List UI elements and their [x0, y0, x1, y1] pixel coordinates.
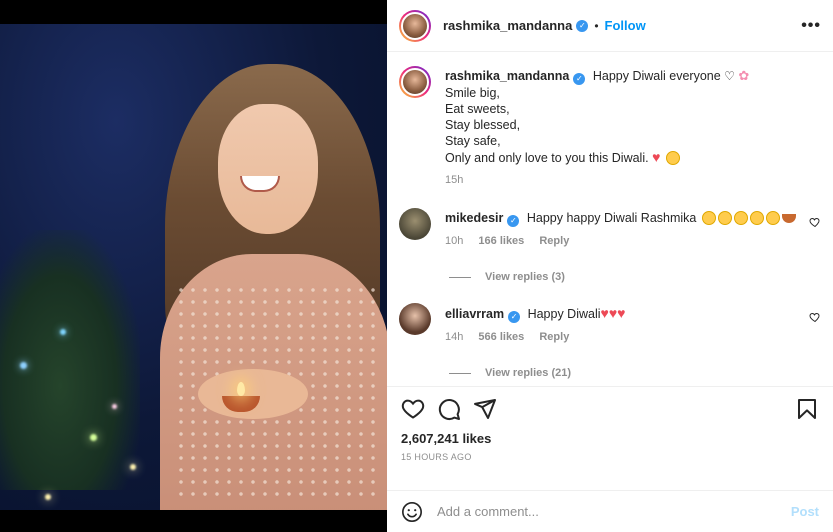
instagram-post-modal: rashmika_mandanna ✓ • Follow ••• rashmik…: [0, 0, 833, 532]
photo-bokeh: [130, 464, 136, 470]
share-icon[interactable]: [473, 397, 497, 421]
post-header: rashmika_mandanna ✓ • Follow •••: [387, 0, 833, 52]
grinning-face-icon: [701, 211, 716, 225]
action-bar: [387, 387, 833, 431]
post-timestamp[interactable]: 15 HOURS AGO: [387, 446, 833, 462]
comment-text: Happy happy Diwali Rashmika: [526, 211, 697, 225]
caption-line: Stay safe,: [445, 134, 501, 148]
view-replies-label: View replies (3): [485, 271, 565, 283]
caption-first-line: Happy Diwali everyone: [592, 69, 721, 83]
photo-bokeh: [112, 404, 117, 409]
view-replies-button[interactable]: View replies (3): [449, 271, 821, 283]
red-heart-icon: ♥: [652, 149, 661, 165]
caption-line: Smile big,: [445, 86, 500, 100]
author-avatar[interactable]: [399, 9, 431, 42]
view-replies-line: [449, 372, 471, 374]
smiling-face-icon: [665, 151, 680, 165]
comment-username[interactable]: mikedesir: [445, 211, 503, 225]
caption-meta: 15h: [445, 172, 821, 188]
red-heart-icon: ♥: [617, 305, 626, 321]
pink-flower-icon: ✿: [738, 68, 750, 83]
photo-bokeh: [90, 434, 97, 441]
emoji-icon[interactable]: [401, 501, 423, 523]
photo-face: [218, 104, 318, 234]
author-username[interactable]: rashmika_mandanna: [443, 18, 572, 33]
comment-time[interactable]: 14h: [445, 331, 463, 343]
comment-item: elliavrram ✓ Happy Diwali♥♥♥ 14h 566 like…: [399, 303, 821, 345]
comment-body: mikedesir ✓ Happy happy Diwali Rashmika 1…: [445, 208, 821, 249]
comment-like-heart-icon[interactable]: [809, 216, 821, 228]
bookmark-icon[interactable]: [795, 397, 819, 421]
post-comment-button[interactable]: Post: [791, 504, 819, 519]
reply-button[interactable]: Reply: [539, 235, 569, 247]
verified-badge-icon: ✓: [573, 73, 586, 85]
reply-button[interactable]: Reply: [539, 331, 569, 343]
heart-icon[interactable]: [401, 397, 425, 421]
add-comment-input[interactable]: [437, 504, 791, 519]
grinning-face-icon: [749, 211, 764, 225]
comment-time[interactable]: 10h: [445, 235, 463, 247]
smiling-face-icon: [765, 211, 780, 225]
commenter-avatar[interactable]: [399, 208, 431, 240]
photo-bokeh: [45, 494, 51, 500]
comment-like-heart-icon[interactable]: [809, 311, 821, 323]
caption-line: Only and only love to you this Diwali.: [445, 151, 649, 165]
comment-meta: 14h 566 likes Reply: [445, 329, 821, 345]
comment-item: mikedesir ✓ Happy happy Diwali Rashmika 1…: [399, 208, 821, 249]
comment-username[interactable]: elliavrram: [445, 307, 504, 321]
photo-diya-flame: [237, 382, 245, 396]
white-heart-icon: ♡: [724, 69, 735, 83]
like-count[interactable]: 2,607,241 likes: [387, 431, 833, 446]
view-replies-label: View replies (21): [485, 367, 572, 379]
comment-likes[interactable]: 166 likes: [478, 235, 524, 247]
caption: rashmika_mandanna ✓ Happy Diwali everyone…: [399, 66, 821, 188]
view-replies-button[interactable]: View replies (21): [449, 367, 821, 379]
view-replies-line: [449, 276, 471, 278]
caption-line: Eat sweets,: [445, 102, 510, 116]
comments-list[interactable]: rashmika_mandanna ✓ Happy Diwali everyone…: [387, 52, 833, 387]
comment-icon[interactable]: [437, 397, 461, 421]
more-options-icon[interactable]: •••: [801, 17, 821, 35]
caption-time[interactable]: 15h: [445, 174, 463, 186]
header-separator: •: [594, 18, 599, 33]
post-panel: rashmika_mandanna ✓ • Follow ••• rashmik…: [387, 0, 833, 532]
caption-username[interactable]: rashmika_mandanna: [445, 69, 569, 83]
red-heart-icon: ♥: [600, 305, 609, 321]
comment-text: Happy Diwali: [527, 307, 601, 321]
post-photo[interactable]: [0, 24, 387, 510]
photo-column: [0, 0, 387, 532]
photo-bokeh: [20, 362, 27, 369]
photo-foliage: [0, 230, 140, 490]
caption-line: Stay blessed,: [445, 118, 521, 132]
diya-lamp-icon: [781, 214, 796, 223]
caption-avatar[interactable]: [399, 66, 431, 98]
comment-meta: 10h 166 likes Reply: [445, 233, 821, 249]
verified-badge-icon: ✓: [508, 311, 521, 323]
grinning-face-icon: [717, 211, 732, 225]
comment-likes[interactable]: 566 likes: [478, 331, 524, 343]
photo-bokeh: [60, 329, 66, 335]
verified-badge-icon: ✓: [576, 19, 589, 32]
comment-composer: Post: [387, 490, 833, 532]
photo-hands: [198, 369, 308, 419]
follow-button[interactable]: Follow: [605, 18, 646, 33]
grinning-face-icon: [733, 211, 748, 225]
comment-body: elliavrram ✓ Happy Diwali♥♥♥ 14h 566 like…: [445, 303, 821, 345]
verified-badge-icon: ✓: [507, 215, 520, 227]
red-heart-icon: ♥: [608, 305, 618, 321]
commenter-avatar[interactable]: [399, 303, 431, 335]
caption-body: rashmika_mandanna ✓ Happy Diwali everyone…: [445, 66, 821, 188]
